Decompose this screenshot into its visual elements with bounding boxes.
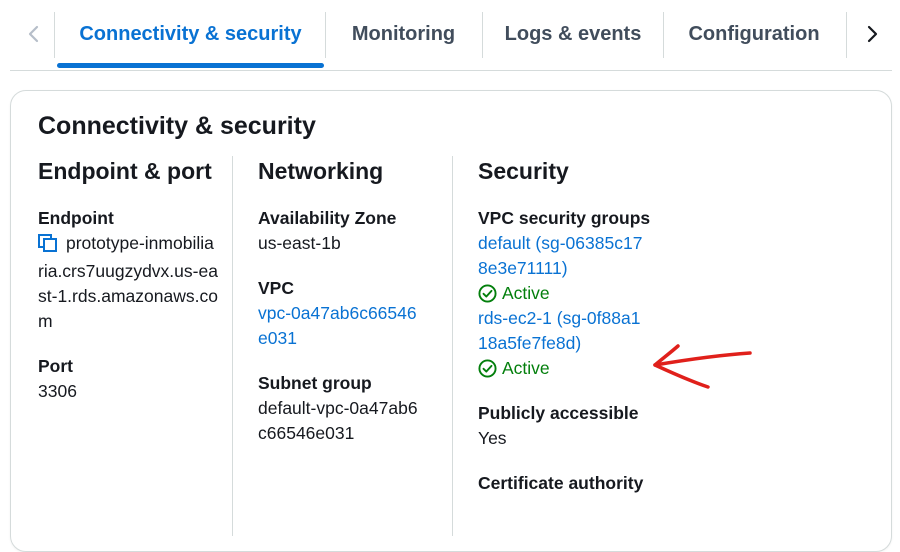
tab-bar: Connectivity & security Monitoring Logs … [10, 0, 892, 71]
status-badge: Active [478, 356, 678, 381]
status-text: Active [502, 283, 550, 303]
section-heading: Networking [258, 158, 384, 184]
annotation-arrow-icon [653, 344, 752, 389]
chevron-right-icon[interactable] [860, 22, 884, 46]
active-tab-indicator [57, 63, 324, 68]
tab-divider [846, 12, 847, 58]
status-badge: Active [478, 281, 678, 306]
connectivity-security-panel: Connectivity & security Endpoint & port … [10, 90, 892, 552]
tab-divider [54, 12, 55, 58]
chevron-left-icon[interactable] [22, 22, 46, 46]
port-label: Port [38, 356, 73, 376]
column-divider [232, 156, 233, 536]
security-group-link[interactable]: rds-ec2-1 (sg-0f88a118a5fe7fe8d) [478, 306, 648, 356]
publicly-accessible-label: Publicly accessible [478, 403, 639, 423]
vpc-label: VPC [258, 278, 294, 298]
column-divider [452, 156, 453, 536]
endpoint-port-section: Endpoint & port Endpoint prototype-inmob… [38, 156, 218, 404]
section-heading: Endpoint & port [38, 158, 212, 184]
tab-configuration[interactable]: Configuration [664, 12, 844, 56]
tab-monitoring[interactable]: Monitoring [326, 12, 481, 56]
copy-icon[interactable] [38, 234, 58, 259]
panel-title: Connectivity & security [38, 112, 316, 140]
check-circle-icon [478, 359, 497, 378]
publicly-accessible-value: Yes [478, 428, 507, 448]
networking-section: Networking Availability Zone us-east-1b … [258, 156, 448, 446]
security-section: Security VPC security groups default (sg… [478, 156, 678, 496]
section-heading: Security [478, 158, 569, 184]
endpoint-label: Endpoint [38, 208, 114, 228]
subnet-group-label: Subnet group [258, 373, 372, 393]
vpc-link[interactable]: vpc-0a47ab6c66546e031 [258, 301, 423, 351]
subnet-group-value: default-vpc-0a47ab6c66546e031 [258, 398, 418, 443]
status-text: Active [502, 358, 550, 378]
certificate-authority-label: Certificate authority [478, 473, 644, 493]
check-circle-icon [478, 284, 497, 303]
security-groups-label: VPC security groups [478, 208, 651, 228]
security-group-link[interactable]: default (sg-06385c178e3e71111) [478, 231, 646, 281]
port-value: 3306 [38, 381, 77, 401]
tab-connectivity-security[interactable]: Connectivity & security [57, 12, 324, 56]
tab-logs-events[interactable]: Logs & events [483, 12, 663, 56]
endpoint-text: prototype-inmobiliaria.crs7uugzydvx.us-e… [38, 233, 218, 331]
availability-zone-label: Availability Zone [258, 208, 397, 228]
endpoint-value: prototype-inmobiliaria.crs7uugzydvx.us-e… [38, 231, 218, 334]
availability-zone-value: us-east-1b [258, 233, 341, 253]
